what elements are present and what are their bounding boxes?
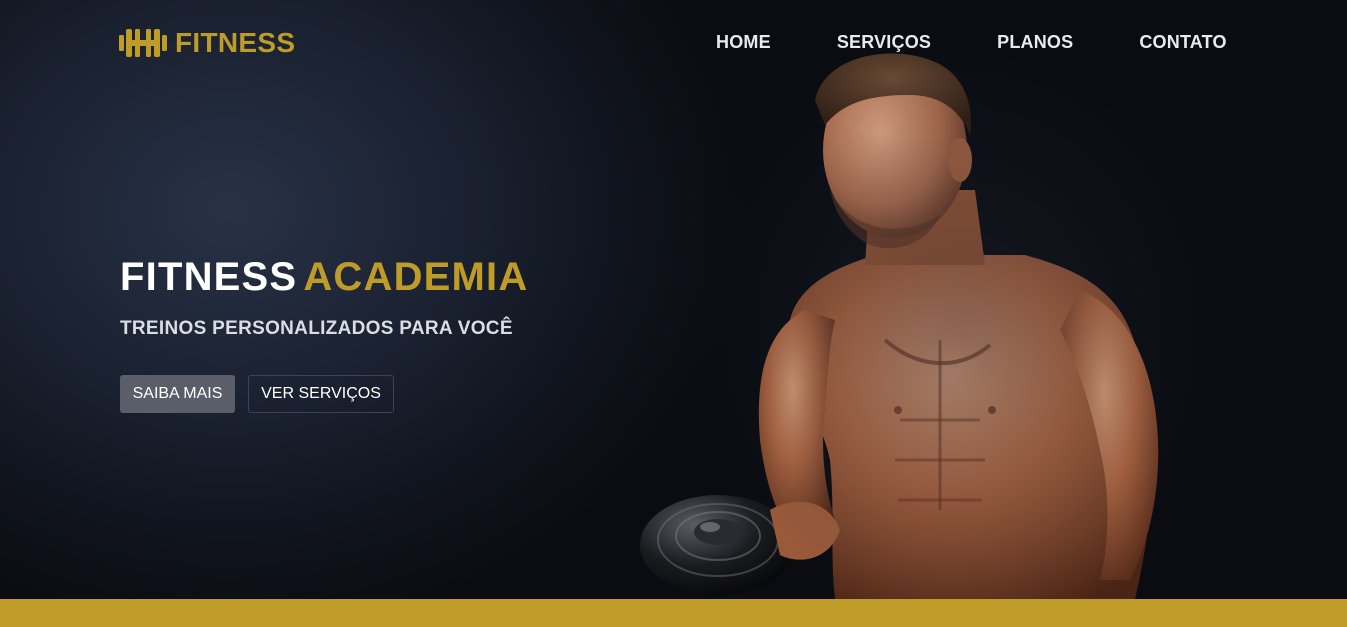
accent-bar bbox=[0, 599, 1347, 627]
athlete-image bbox=[640, 53, 1159, 599]
hero-title-gold: ACADEMIA bbox=[303, 255, 529, 299]
hero-title-white: FITNESS bbox=[120, 255, 298, 299]
ver-servicos-button[interactable]: VER SERVIÇOS bbox=[248, 375, 394, 413]
hero-subtitle: TREINOS PERSONALIZADOS PARA VOCÊ bbox=[120, 318, 513, 339]
brand-logo[interactable]: FITNESS bbox=[119, 26, 295, 60]
brand-name: FITNESS bbox=[175, 27, 296, 58]
hero-section: FITNESS HOME SERVIÇOS PLANOS CONTATO FIT… bbox=[0, 0, 1347, 599]
hero-title: FITNESS ACADEMIA bbox=[120, 254, 528, 300]
dumbbell-icon bbox=[119, 29, 167, 57]
saiba-mais-button[interactable]: SAIBA MAIS bbox=[120, 375, 235, 413]
